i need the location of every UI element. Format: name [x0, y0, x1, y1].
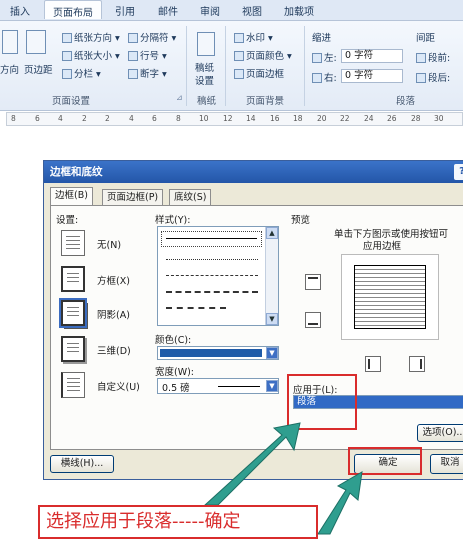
arrow-to-ok-icon	[317, 471, 363, 535]
instruction-caption: 选择应用于段落-----确定	[38, 505, 318, 539]
arrow-to-apply-icon	[203, 422, 301, 506]
arrow-overlay	[203, 422, 363, 535]
